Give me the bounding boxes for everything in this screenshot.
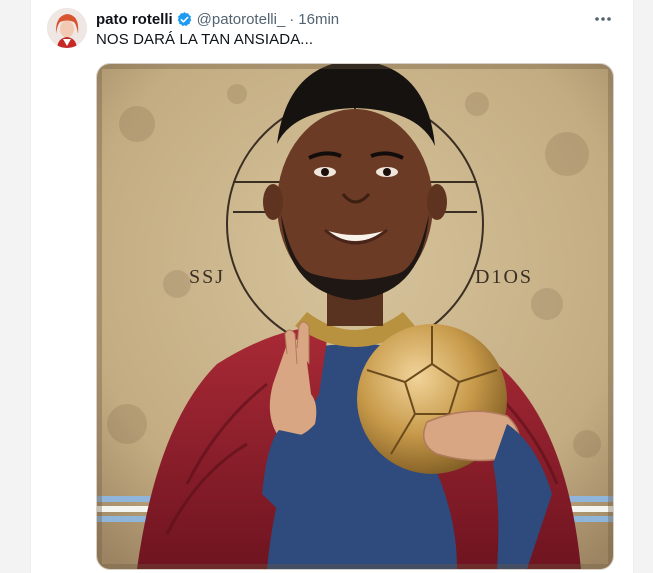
separator-dot: · bbox=[289, 10, 295, 28]
author-handle[interactable]: @patorotelli_ bbox=[197, 11, 286, 28]
tweet-image[interactable]: SSJ D1OS bbox=[96, 63, 614, 570]
author-name[interactable]: pato rotelli bbox=[96, 11, 173, 28]
avatar[interactable] bbox=[47, 8, 87, 48]
tweet-header: pato rotelli @patorotelli_ · 16min bbox=[96, 9, 613, 29]
tweet-timestamp[interactable]: 16min bbox=[298, 11, 339, 28]
tweet-text: NOS DARÁ LA TAN ANSIADA... bbox=[96, 31, 314, 48]
more-horizontal-icon bbox=[595, 17, 611, 21]
more-options-button[interactable] bbox=[590, 9, 616, 29]
right-inscription: D1OS bbox=[475, 266, 533, 288]
left-inscription: SSJ bbox=[189, 266, 225, 288]
verified-badge-icon bbox=[176, 11, 193, 28]
